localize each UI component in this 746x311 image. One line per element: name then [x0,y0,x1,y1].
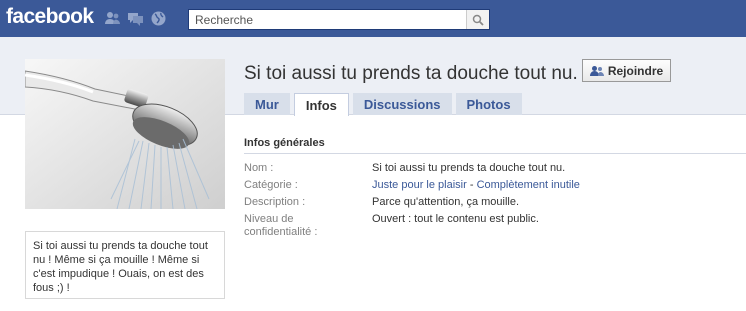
shower-head-image [25,59,225,209]
info-label: Niveau de confidentialité : [244,213,318,238]
info-value: Ouvert : tout le contenu est public. [372,213,539,225]
top-bar: facebook [0,0,746,37]
join-group-icon [589,65,604,76]
info-value-category: Juste pour le plaisir - Complètement inu… [372,179,580,192]
tab-mur[interactable]: Mur [244,93,290,115]
category-separator: - [466,179,477,191]
section-divider [244,153,746,154]
tab-photos[interactable]: Photos [455,93,522,115]
messages-icon[interactable] [127,10,144,27]
join-group-button[interactable]: Rejoindre [582,59,671,82]
category-link-plaisir[interactable]: Juste pour le plaisir [372,179,467,191]
join-button-label: Rejoindre [607,63,664,78]
search-button[interactable] [466,10,489,29]
notification-jewels [104,10,167,27]
category-link-inutile[interactable]: Complètement inutile [477,179,580,191]
search-box [188,9,490,30]
friends-icon[interactable] [104,10,121,27]
search-icon [472,14,484,26]
info-value: Si toi aussi tu prends ta douche tout nu… [372,162,566,174]
info-label: Description : [244,196,306,208]
info-label: Catégorie : [244,179,298,191]
search-input[interactable] [189,10,477,29]
group-description-box: Si toi aussi tu prends ta douche tout nu… [25,231,225,299]
info-value: Parce qu'attention, ça mouille. [372,196,520,208]
info-label: Nom : [244,162,274,174]
group-title: Si toi aussi tu prends ta douche tout nu… [244,63,578,84]
tab-discussions[interactable]: Discussions [352,93,452,115]
section-title-general-info: Infos générales [244,137,325,149]
profile-tabs: Mur Infos Discussions Photos [244,93,522,116]
tab-infos[interactable]: Infos [293,93,349,116]
facebook-logo[interactable]: facebook [6,5,94,29]
group-profile-picture[interactable] [25,59,225,209]
globe-icon[interactable] [150,10,167,27]
